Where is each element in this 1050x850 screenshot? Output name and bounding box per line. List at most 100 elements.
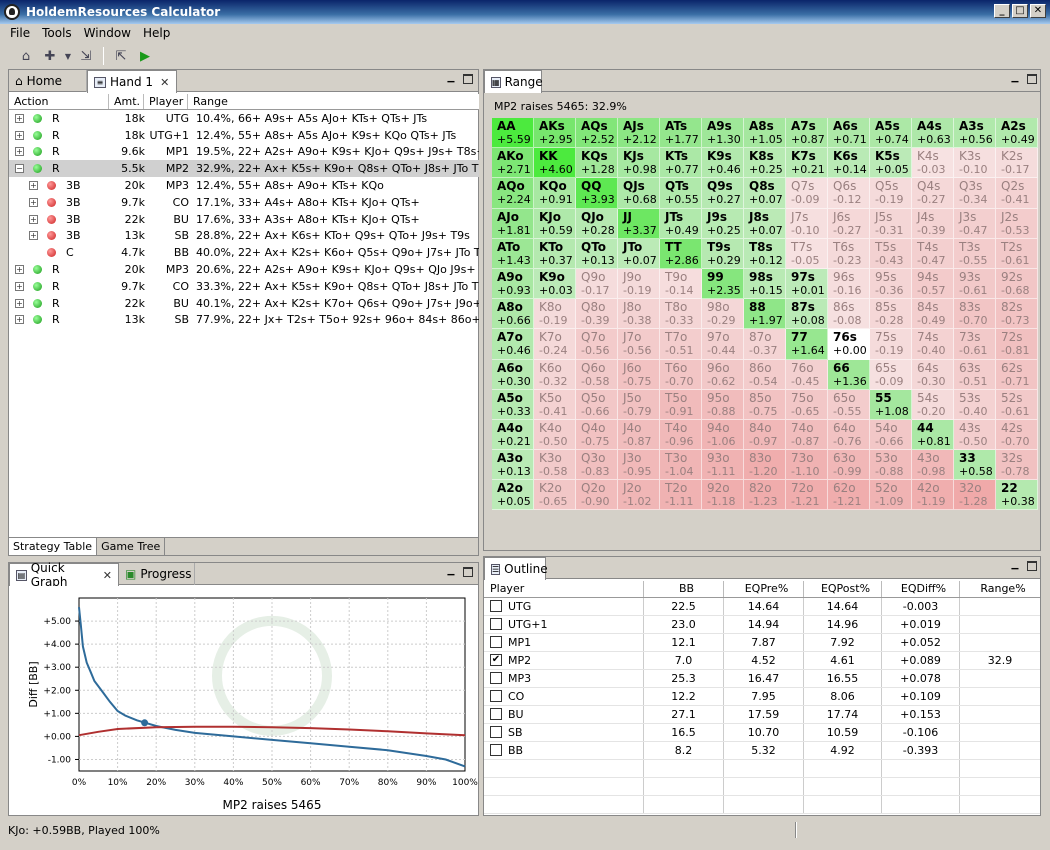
range-cell[interactable]: 72s -0.81 [996,329,1038,360]
range-cell[interactable]: A3s +0.56 [954,118,996,149]
player-checkbox[interactable] [490,636,502,648]
table-row[interactable]: ✔ MP2 7.0 4.52 4.61 +0.089 32.9 [484,652,1040,670]
table-row[interactable]: BU 27.1 17.59 17.74 +0.153 [484,706,1040,724]
range-cell[interactable]: A4s +0.63 [912,118,954,149]
range-cell[interactable]: Q8o -0.39 [576,299,618,330]
range-cell[interactable]: JTs +0.49 [660,208,702,239]
range-cell[interactable]: 52o -1.09 [870,480,912,511]
menu-file[interactable]: File [4,26,36,40]
range-cell[interactable]: 62o -1.21 [828,480,870,511]
range-cell[interactable]: A8o +0.66 [492,299,534,330]
range-cell[interactable]: 82o -1.23 [744,480,786,511]
run-icon[interactable]: ▶ [135,46,155,66]
player-checkbox[interactable] [490,708,502,720]
maximize-button[interactable]: □ [1012,4,1028,18]
range-cell[interactable]: J5o -0.79 [618,389,660,420]
range-cell[interactable]: 83o -1.20 [744,450,786,481]
table-row[interactable]: + R 22k BU 40.1%, 22+ Ax+ K2s+ K7o+ Q6s+ Q9o… [9,295,479,312]
range-cell[interactable]: 54s -0.20 [912,389,954,420]
player-checkbox[interactable] [490,726,502,738]
range-cell[interactable]: J6o -0.75 [618,359,660,390]
maximize-panel-icon[interactable] [463,74,473,84]
expand-icon[interactable]: + [15,265,24,275]
range-cell[interactable]: 53o -0.88 [870,450,912,481]
range-cell[interactable]: K7s +0.21 [786,148,828,179]
range-cell[interactable]: 54o -0.66 [870,419,912,451]
range-cell[interactable]: 92s -0.68 [996,268,1038,300]
minimize-panel-icon[interactable]: ▁ [1009,74,1021,84]
expand-icon[interactable]: + [15,147,24,157]
menu-tools[interactable]: Tools [36,26,78,40]
range-cell[interactable]: J3o -0.95 [618,450,660,481]
range-cell[interactable]: Q5s -0.19 [870,178,912,209]
range-cell[interactable]: A6s +0.71 [828,118,870,149]
range-cell[interactable]: A7o +0.46 [492,329,534,360]
expand-icon[interactable]: + [29,197,38,207]
range-cell[interactable]: K3s -0.10 [954,148,996,179]
range-cell[interactable]: T7o -0.51 [660,329,702,360]
range-cell[interactable]: Q3s -0.34 [954,178,996,209]
range-cell[interactable]: A9o +0.93 [492,268,534,300]
table-row[interactable]: MP1 12.1 7.87 7.92 +0.052 [484,634,1040,652]
maximize-panel-icon[interactable] [463,567,473,577]
range-cell[interactable]: 42s -0.70 [996,419,1038,451]
range-cell[interactable]: 42o -1.19 [912,480,954,511]
player-checkbox[interactable] [490,618,502,630]
range-cell[interactable]: Q2o -0.90 [576,480,618,511]
range-cell[interactable]: 86o -0.54 [744,359,786,390]
range-cell[interactable]: 74o -0.87 [786,419,828,451]
range-cell[interactable]: 96o -0.62 [702,359,744,390]
range-cell[interactable]: T5o -0.91 [660,389,702,420]
range-cell[interactable]: ATs +1.77 [660,118,702,149]
range-cell[interactable]: K8o -0.19 [534,299,576,330]
expand-icon[interactable]: + [15,130,24,140]
table-row[interactable]: + R 20k MP3 20.6%, 22+ A2s+ A9o+ K9s+ KJo+ Q… [9,261,479,278]
table-row[interactable]: +3B 13k SB 28.8%, 22+ Ax+ K6s+ KTo+ Q9s+ QT… [9,228,479,245]
range-cell[interactable]: 94o -1.06 [702,419,744,451]
range-cell[interactable]: A9s +1.30 [702,118,744,149]
range-cell[interactable]: 96s -0.16 [828,268,870,300]
range-cell[interactable]: 99 +2.35 [702,268,744,300]
table-row[interactable]: + R 9.6k MP1 19.5%, 22+ A2s+ A9o+ K9s+ KJo+ … [9,144,479,161]
range-cell[interactable]: 84o -0.97 [744,419,786,451]
range-cell[interactable]: TT +2.86 [660,238,702,269]
player-checkbox[interactable] [490,672,502,684]
player-checkbox[interactable]: ✔ [490,654,502,666]
range-cell[interactable]: T6o -0.70 [660,359,702,390]
expand-icon[interactable]: + [15,298,24,308]
range-cell[interactable]: Q2s -0.41 [996,178,1038,209]
range-cell[interactable]: KK +4.60 [534,148,576,179]
range-cell[interactable]: K5s +0.05 [870,148,912,179]
minimize-button[interactable]: _ [994,4,1010,18]
range-cell[interactable]: T6s -0.23 [828,238,870,269]
range-cell[interactable]: AKs +2.95 [534,118,576,149]
maximize-panel-icon[interactable] [1027,74,1037,84]
range-cell[interactable]: 65s -0.09 [870,359,912,390]
table-row[interactable]: C 4.7k BB 40.0%, 22+ Ax+ K2s+ K6o+ Q5s+ Q9o… [9,244,479,261]
range-cell[interactable]: A5o +0.33 [492,389,534,420]
range-cell[interactable]: 64o -0.76 [828,419,870,451]
range-cell[interactable]: 73s -0.61 [954,329,996,360]
export-icon[interactable]: ⇱ [111,46,131,66]
range-cell[interactable]: QTs +0.55 [660,178,702,209]
range-cell[interactable]: JTo +0.07 [618,238,660,269]
player-checkbox[interactable] [490,690,502,702]
minimize-panel-icon[interactable]: ▁ [445,567,457,577]
range-cell[interactable]: 84s -0.49 [912,299,954,330]
range-cell[interactable]: 65o -0.55 [828,389,870,420]
range-cell[interactable]: 43o -0.98 [912,450,954,481]
range-cell[interactable]: Q7o -0.56 [576,329,618,360]
range-cell[interactable]: A2s +0.49 [996,118,1038,149]
range-cell[interactable]: K3o -0.58 [534,450,576,481]
tab-strategy-table[interactable]: Strategy Table [9,538,98,555]
range-cell[interactable]: 53s -0.40 [954,389,996,420]
expand-icon[interactable]: + [29,181,38,191]
range-cell[interactable]: 93o -1.11 [702,450,744,481]
player-checkbox[interactable] [490,744,502,756]
range-cell[interactable]: 74s -0.40 [912,329,954,360]
range-cell[interactable]: T2o -1.11 [660,480,702,511]
range-cell[interactable]: A6o +0.30 [492,359,534,390]
table-row[interactable]: CO 12.2 7.95 8.06 +0.109 [484,688,1040,706]
table-row[interactable]: + R 18k UTG+1 12.4%, 55+ A8s+ A5s AJo+ K9s+ … [9,127,479,144]
range-cell[interactable]: T5s -0.43 [870,238,912,269]
